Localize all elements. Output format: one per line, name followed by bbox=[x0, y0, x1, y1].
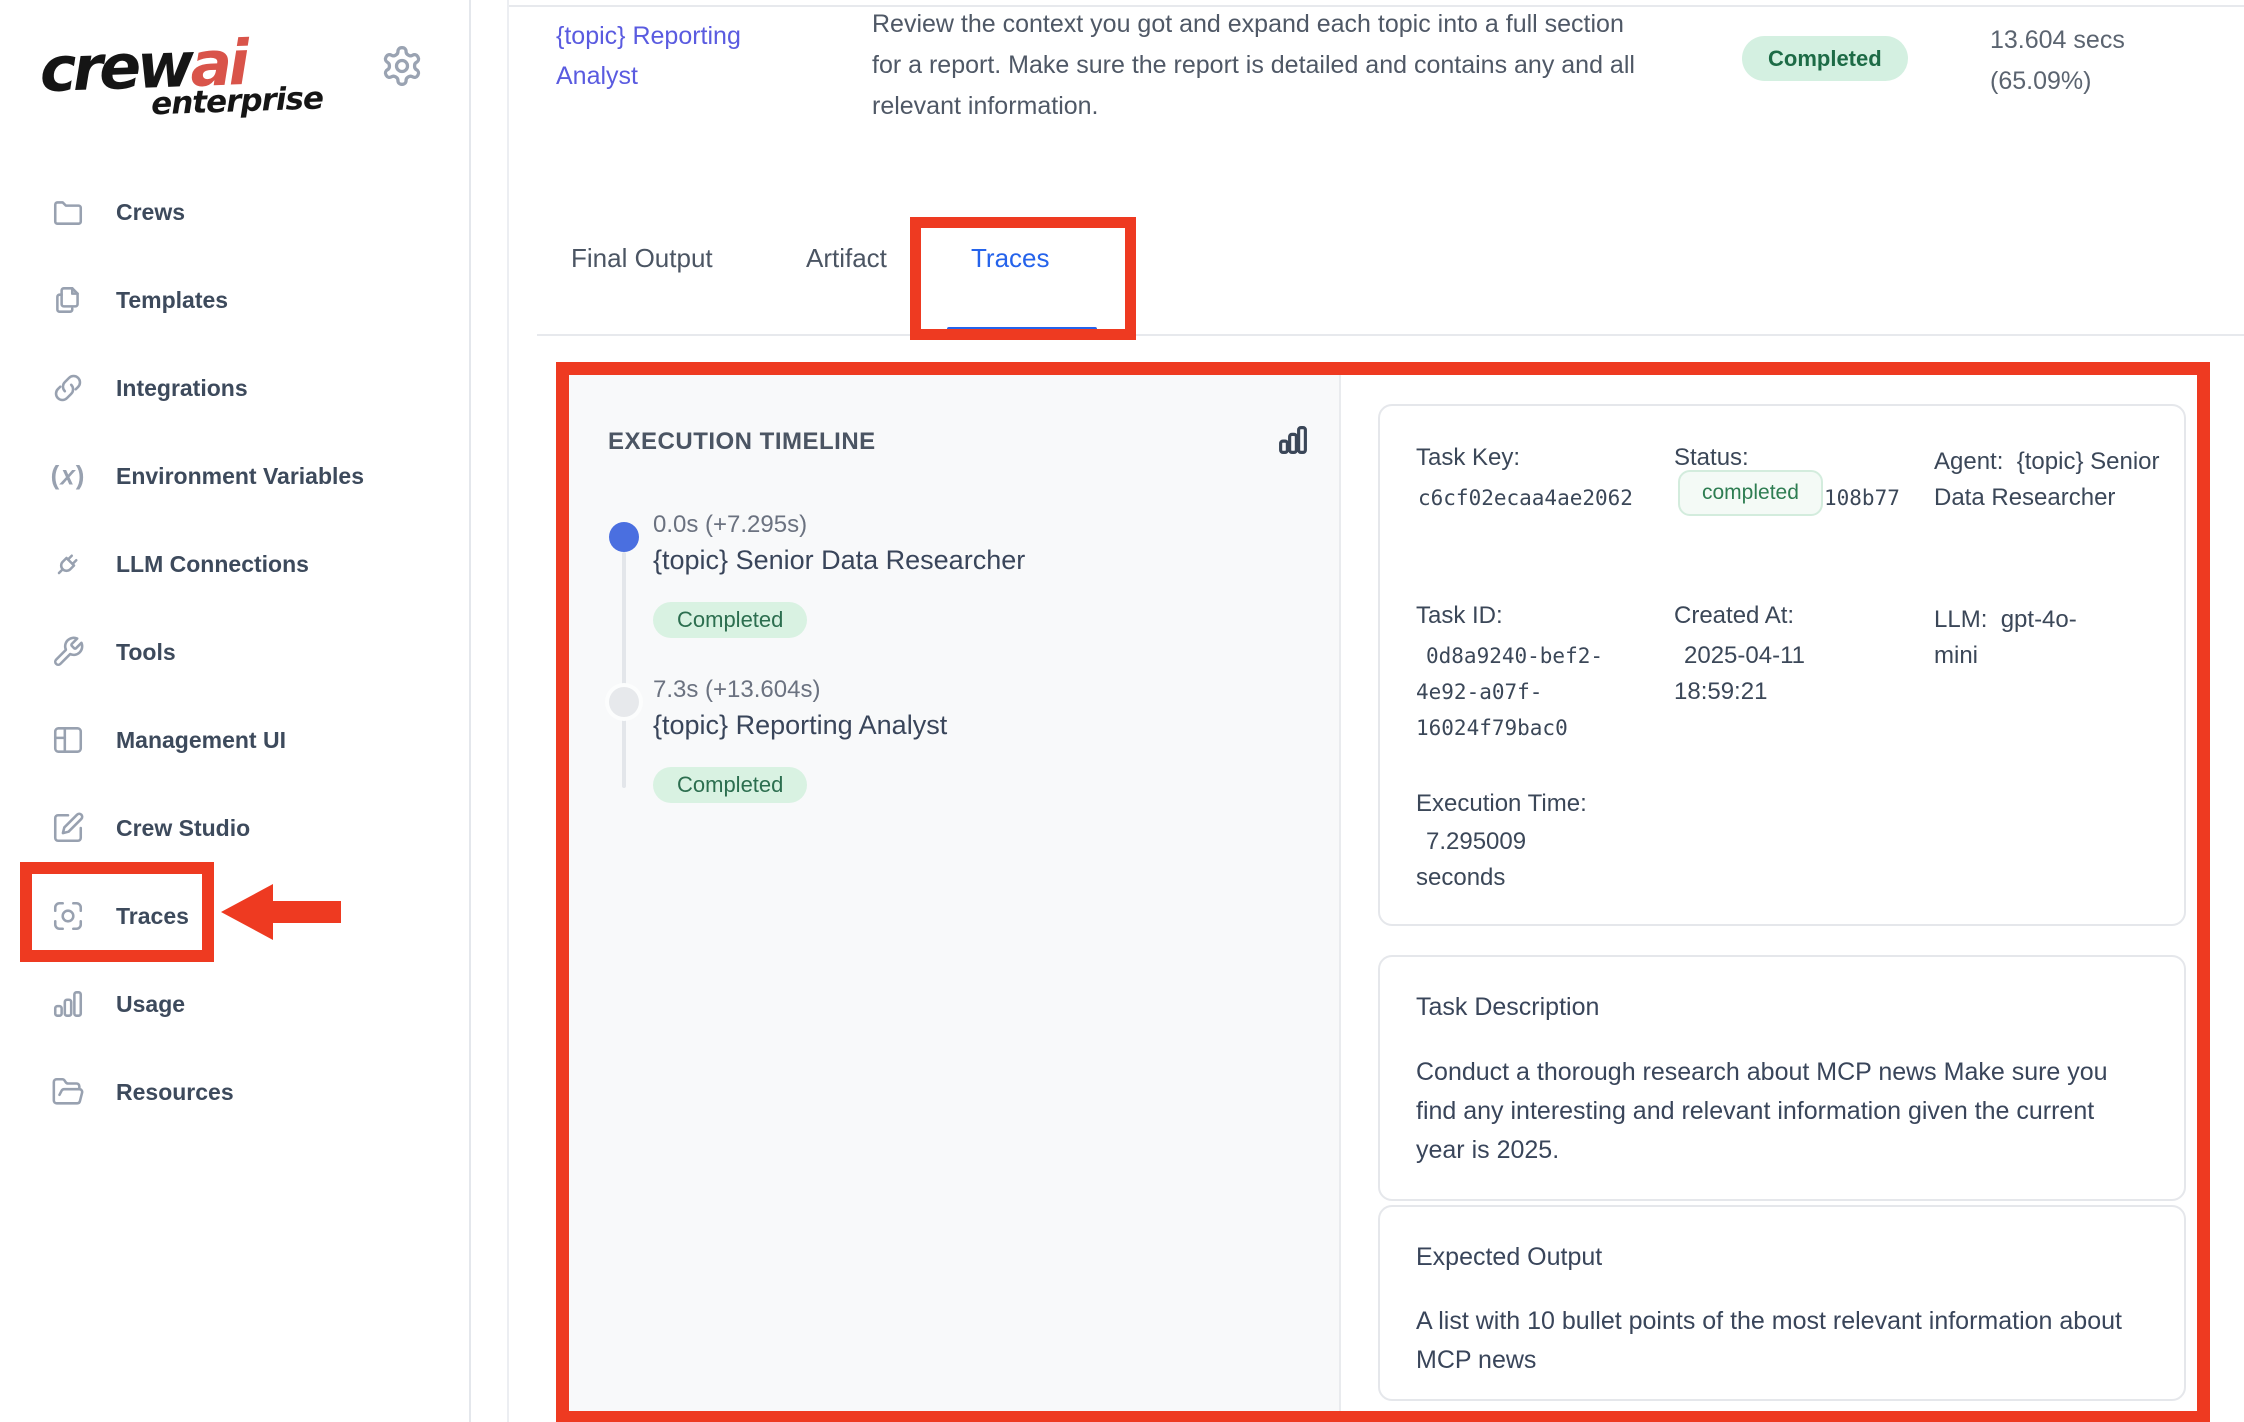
task-key-value: c6cf02ecaa4ae2062 bbox=[1418, 486, 1633, 510]
link-icon bbox=[50, 370, 86, 406]
duration-percent: (65.09%) bbox=[1990, 61, 2125, 102]
active-tab-underline bbox=[947, 327, 1097, 334]
sidebar-item-templates[interactable]: Templates bbox=[0, 256, 471, 344]
execution-timeline-panel: EXECUTION TIMELINE 0.0s (+7.295s) {topic… bbox=[569, 375, 1341, 1411]
agent-cell: Agent: {topic} Senior Data Researcher bbox=[1934, 444, 2174, 516]
timeline-entry-time: 7.3s (+13.604s) bbox=[653, 676, 820, 704]
tab-final-output[interactable]: Final Output bbox=[571, 243, 713, 274]
timeline-entry-status: Completed bbox=[653, 767, 807, 803]
sidebar-item-label: Templates bbox=[116, 287, 228, 314]
tabbar-divider bbox=[537, 334, 2244, 336]
duration-value: 13.604 secs bbox=[1990, 20, 2125, 61]
timeline-connector bbox=[622, 552, 626, 788]
sidebar-item-environment-variables[interactable]: (𝑥) Environment Variables bbox=[0, 432, 471, 520]
llm-label: LLM: bbox=[1934, 606, 1987, 633]
execution-time-value: 7.295009 seconds bbox=[1416, 824, 1591, 896]
sidebar-item-management-ui[interactable]: Management UI bbox=[0, 696, 471, 784]
expected-output-body: A list with 10 bullet points of the most… bbox=[1416, 1302, 2164, 1380]
folder-icon bbox=[50, 194, 86, 230]
created-at-label: Created At: bbox=[1674, 602, 1879, 630]
gear-icon[interactable] bbox=[380, 44, 424, 88]
scan-focus-icon bbox=[50, 898, 86, 934]
sidebar-item-label: Traces bbox=[116, 903, 189, 930]
parentheses-x-icon: (𝑥) bbox=[50, 458, 86, 494]
expected-output-card: Expected Output A list with 10 bullet po… bbox=[1378, 1205, 2186, 1401]
task-key-value-end: 108b77 bbox=[1824, 486, 1900, 510]
created-at-value: 2025-04-11 18:59:21 bbox=[1674, 638, 1879, 710]
task-key-label: Task Key: bbox=[1416, 444, 1520, 472]
chart-view-icon[interactable] bbox=[1275, 422, 1311, 458]
sidebar-item-tools[interactable]: Tools bbox=[0, 608, 471, 696]
layout-panel-icon bbox=[50, 722, 86, 758]
tab-traces[interactable]: Traces bbox=[971, 243, 1050, 274]
app-window: crewai enterprise Crews Templates Integr… bbox=[0, 0, 2244, 1422]
sidebar-item-label: Integrations bbox=[116, 375, 248, 402]
status-badge: Completed bbox=[1742, 36, 1908, 81]
task-id-cell: Task ID: 0d8a9240-bef2-4e92-a07f-16024f7… bbox=[1416, 602, 1628, 746]
task-duration: 13.604 secs (65.09%) bbox=[1990, 20, 2125, 102]
sidebar-item-label: Management UI bbox=[116, 727, 286, 754]
expected-output-title: Expected Output bbox=[1416, 1243, 1602, 1272]
sidebar-item-label: Usage bbox=[116, 991, 185, 1018]
timeline-entry-name[interactable]: {topic} Reporting Analyst bbox=[653, 710, 947, 741]
wrench-icon bbox=[50, 634, 86, 670]
bar-chart-icon bbox=[50, 986, 86, 1022]
sidebar: crewai enterprise Crews Templates Integr… bbox=[0, 0, 471, 1422]
created-at-cell: Created At: 2025-04-11 18:59:21 bbox=[1674, 602, 1879, 710]
task-name-link[interactable]: {topic} Reporting Analyst bbox=[556, 16, 796, 96]
sidebar-nav: Crews Templates Integrations (𝑥) Environ… bbox=[0, 168, 471, 1136]
copy-icon bbox=[50, 282, 86, 318]
sidebar-item-label: Resources bbox=[116, 1079, 234, 1106]
timeline-entry-name[interactable]: {topic} Senior Data Researcher bbox=[653, 545, 1025, 576]
tab-artifact[interactable]: Artifact bbox=[806, 243, 887, 274]
task-description-body: Conduct a thorough research about MCP ne… bbox=[1416, 1053, 2116, 1170]
sidebar-item-label: Crews bbox=[116, 199, 185, 226]
execution-time-label: Execution Time: bbox=[1416, 790, 1591, 818]
sidebar-item-llm-connections[interactable]: LLM Connections bbox=[0, 520, 471, 608]
task-description-card: Task Description Conduct a thorough rese… bbox=[1378, 955, 2186, 1201]
agent-label: Agent: bbox=[1934, 448, 2003, 475]
sidebar-item-crew-studio[interactable]: Crew Studio bbox=[0, 784, 471, 872]
trace-panel-annotation-box: EXECUTION TIMELINE 0.0s (+7.295s) {topic… bbox=[556, 362, 2210, 1422]
timeline-entry-status: Completed bbox=[653, 602, 807, 638]
task-id-value: 0d8a9240-bef2-4e92-a07f-16024f79bac0 bbox=[1416, 638, 1628, 746]
sidebar-item-label: Tools bbox=[116, 639, 176, 666]
timeline-title: EXECUTION TIMELINE bbox=[608, 428, 876, 456]
timeline-dot bbox=[609, 687, 639, 717]
task-description-title: Task Description bbox=[1416, 993, 1599, 1022]
timeline-entry-time: 0.0s (+7.295s) bbox=[653, 511, 807, 539]
task-description-text: Review the context you got and expand ea… bbox=[872, 4, 1647, 127]
sidebar-item-label: Crew Studio bbox=[116, 815, 250, 842]
execution-time-cell: Execution Time: 7.295009 seconds bbox=[1416, 790, 1591, 896]
status-label: Status: bbox=[1674, 444, 1749, 472]
sidebar-item-traces[interactable]: Traces bbox=[0, 872, 471, 960]
status-pill: completed bbox=[1678, 470, 1823, 516]
sidebar-item-label: LLM Connections bbox=[116, 551, 309, 578]
llm-cell: LLM: gpt-4o-mini bbox=[1934, 602, 2106, 674]
folder-open-icon bbox=[50, 1074, 86, 1110]
pencil-square-icon bbox=[50, 810, 86, 846]
timeline-dot-active bbox=[609, 522, 639, 552]
sidebar-item-label: Environment Variables bbox=[116, 463, 364, 490]
sidebar-item-resources[interactable]: Resources bbox=[0, 1048, 471, 1136]
sidebar-item-crews[interactable]: Crews bbox=[0, 168, 471, 256]
task-meta-card: Task Key: c6cf02ecaa4ae2062 completed 10… bbox=[1378, 404, 2186, 926]
sidebar-item-integrations[interactable]: Integrations bbox=[0, 344, 471, 432]
traces-tab-annotation-box bbox=[910, 217, 1136, 340]
sidebar-item-usage[interactable]: Usage bbox=[0, 960, 471, 1048]
crewai-logo: crewai enterprise bbox=[38, 23, 341, 126]
task-id-label: Task ID: bbox=[1416, 602, 1628, 630]
content-divider bbox=[507, 0, 509, 1422]
trace-panel: EXECUTION TIMELINE 0.0s (+7.295s) {topic… bbox=[569, 375, 2197, 1411]
plug-icon bbox=[50, 546, 86, 582]
